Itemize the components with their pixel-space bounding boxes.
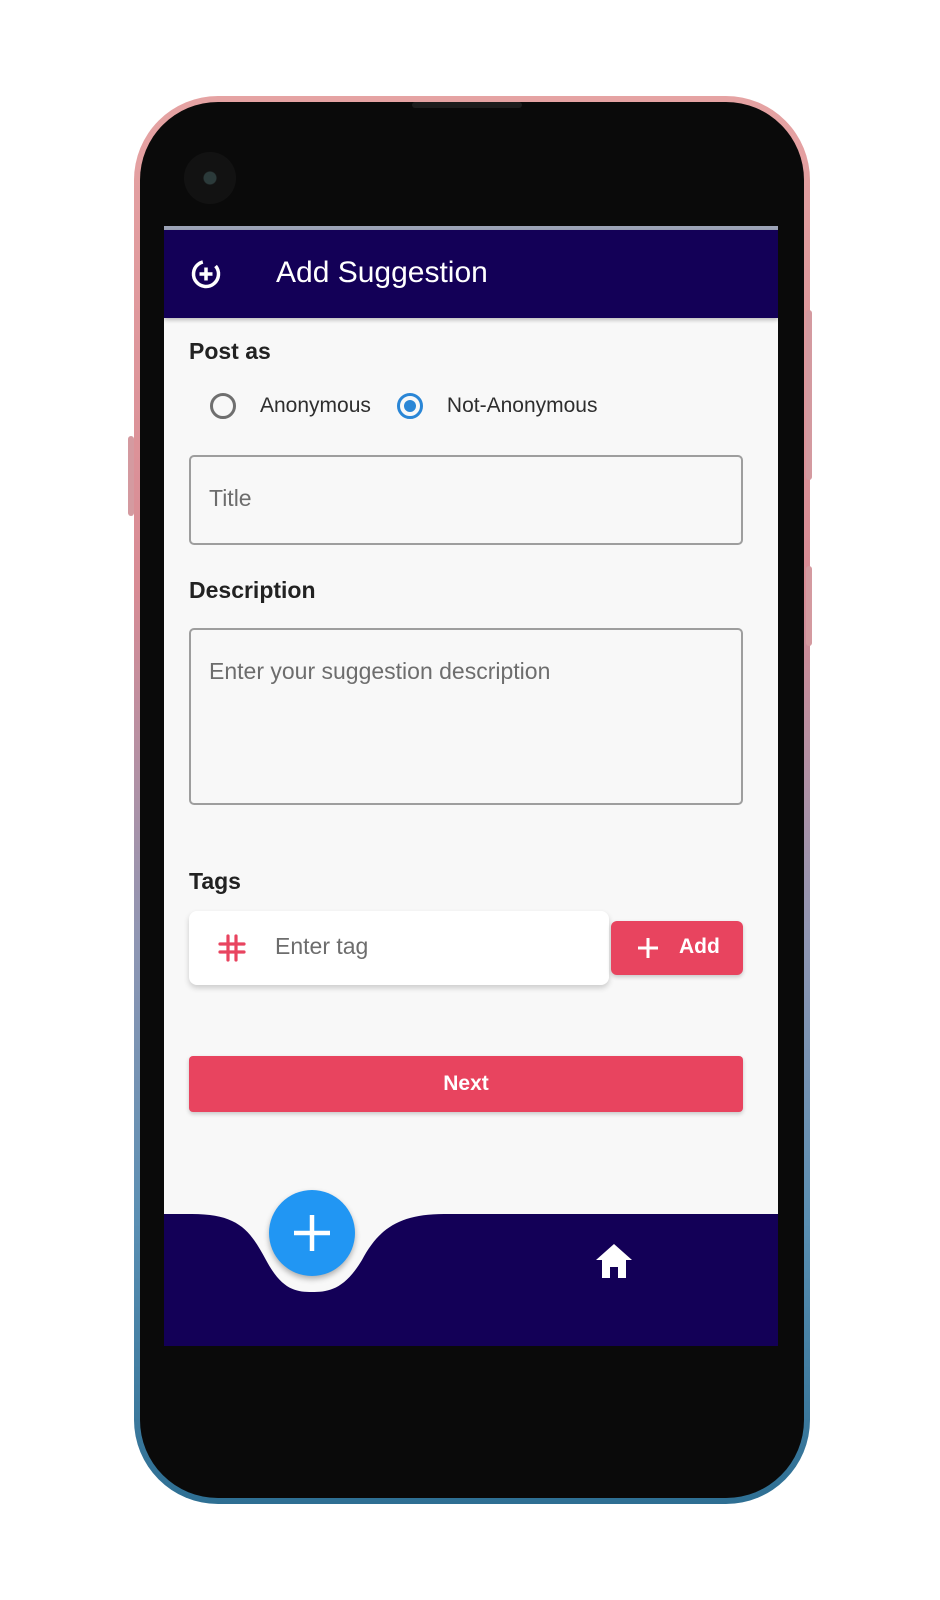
plus-icon (638, 938, 658, 958)
front-camera (184, 152, 236, 204)
phone-speaker (412, 102, 522, 108)
add-circle-icon[interactable] (190, 258, 222, 290)
tag-placeholder: Enter tag (275, 933, 369, 959)
plus-icon (294, 1215, 330, 1251)
add-tag-label: Add (679, 935, 720, 958)
radio-not-anonymous-label[interactable]: Not-Anonymous (447, 394, 598, 418)
home-icon[interactable] (594, 1242, 634, 1280)
radio-anonymous[interactable] (210, 393, 236, 419)
radio-not-anonymous[interactable] (396, 393, 423, 419)
tags-label: Tags (189, 868, 241, 894)
next-button[interactable]: Next (189, 1056, 743, 1112)
radio-anonymous-label[interactable]: Anonymous (260, 394, 371, 418)
add-suggestion-fab[interactable] (269, 1190, 355, 1276)
description-placeholder: Enter your suggestion description (209, 658, 551, 684)
phone-side-button (806, 310, 812, 480)
phone-side-button (806, 566, 812, 646)
description-input[interactable]: Enter your suggestion description (189, 628, 743, 805)
tag-input[interactable]: Enter tag (189, 911, 609, 985)
title-placeholder: Title (209, 485, 252, 511)
add-tag-button[interactable]: Add (611, 921, 743, 975)
description-label: Description (189, 577, 316, 603)
post-as-label: Post as (189, 338, 271, 364)
page-title: Add Suggestion (276, 256, 488, 289)
title-input[interactable]: Title (189, 455, 743, 545)
post-as-radio-group: Anonymous Not-Anonymous (210, 388, 597, 424)
app-screen: Add Suggestion Post as Anonymous Not-Ano… (164, 226, 778, 1346)
hash-icon (218, 934, 246, 962)
bottom-navigation-bar (164, 1214, 778, 1346)
next-label: Next (443, 1072, 489, 1095)
phone-side-button (128, 436, 134, 516)
app-bar: Add Suggestion (164, 230, 778, 318)
